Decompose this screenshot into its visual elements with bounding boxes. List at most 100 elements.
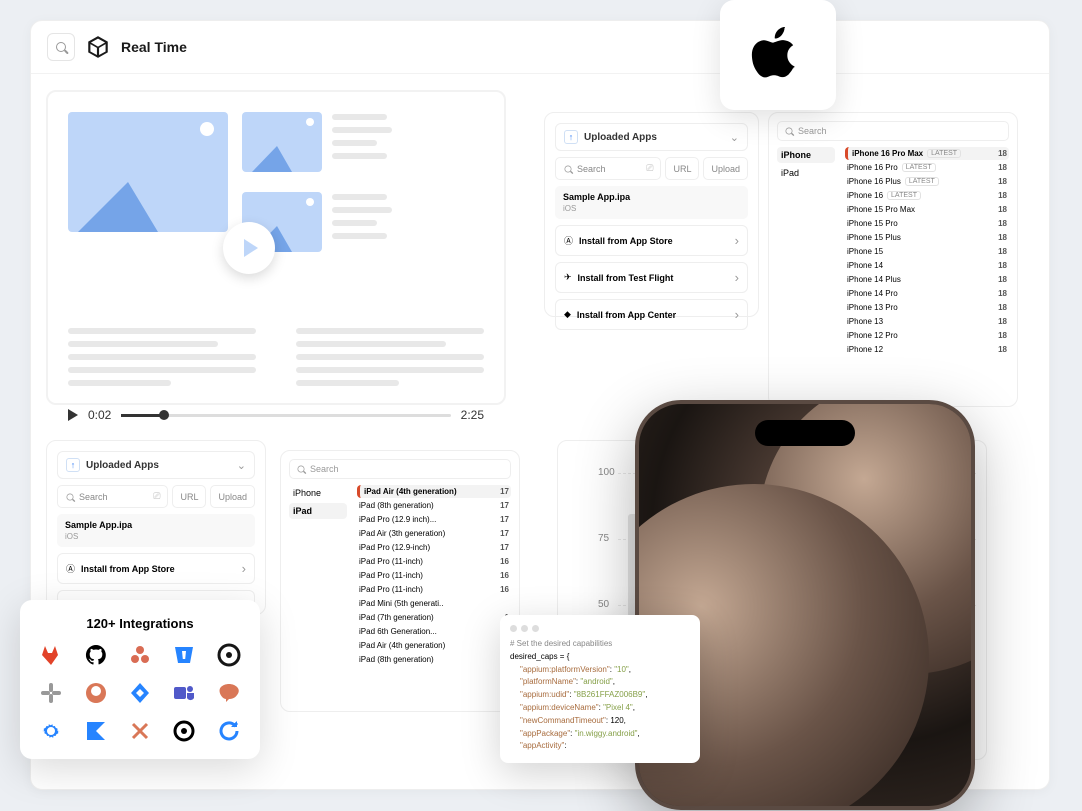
sample-app-row[interactable]: Sample App.ipa iOS bbox=[555, 186, 748, 219]
device-item[interactable]: iPhone 1518 bbox=[845, 245, 1009, 258]
sample-app-platform: iOS bbox=[563, 204, 740, 213]
rocketchat-icon bbox=[217, 681, 241, 705]
install-from-testflight[interactable]: ✈Install from Test Flight bbox=[555, 262, 748, 293]
device-item[interactable]: iPhone 1318 bbox=[845, 315, 1009, 328]
seek-bar[interactable]: 0:02 2:25 bbox=[68, 408, 484, 422]
device-item[interactable]: iPad (7th generation)1 bbox=[357, 611, 511, 624]
device-item[interactable]: iPhone 15 Plus18 bbox=[845, 231, 1009, 244]
code-line: desired_caps = { bbox=[510, 651, 690, 664]
integrations-title: 120+ Integrations bbox=[36, 616, 244, 631]
axis-tick: 75 bbox=[598, 533, 609, 544]
testflight-icon: ✈ bbox=[564, 272, 572, 283]
device-item[interactable]: iPad Pro (11-inch)16 bbox=[357, 555, 511, 568]
install-from-app-store[interactable]: ⒶInstall from App Store bbox=[57, 553, 255, 584]
dynamic-island bbox=[755, 420, 855, 446]
upload-icon: ↑ bbox=[564, 130, 578, 144]
uploaded-apps-label: Uploaded Apps bbox=[584, 132, 657, 143]
settings-icon bbox=[39, 719, 63, 743]
device-item[interactable]: iPhone 15 Pro18 bbox=[845, 217, 1009, 230]
device-item[interactable]: iPhone 16LATEST18 bbox=[845, 189, 1009, 202]
header: Real Time bbox=[31, 21, 1049, 74]
appstore-icon: Ⓐ bbox=[564, 234, 573, 247]
device-item[interactable]: iPhone 1218 bbox=[845, 343, 1009, 356]
search-icon bbox=[67, 493, 74, 500]
circleci-icon bbox=[217, 643, 241, 667]
sample-app-row[interactable]: Sample App.ipa iOS bbox=[57, 514, 255, 547]
url-button[interactable]: URL bbox=[172, 485, 206, 508]
search-icon bbox=[298, 466, 305, 473]
device-item[interactable]: iPhone 16 PlusLATEST18 bbox=[845, 175, 1009, 188]
install-from-appcenter[interactable]: ◆Install from App Center bbox=[555, 299, 748, 330]
jira-icon bbox=[128, 681, 152, 705]
uploaded-apps-header[interactable]: ↑ Uploaded Apps bbox=[57, 451, 255, 479]
device-item[interactable]: iPad Pro (12.9 inch)...17 bbox=[357, 513, 511, 526]
chevron-down-icon bbox=[237, 459, 246, 472]
url-button[interactable]: URL bbox=[665, 157, 699, 180]
time-end: 2:25 bbox=[461, 408, 484, 422]
device-item[interactable]: iPad 6th Generation... bbox=[357, 625, 511, 638]
tools-icon bbox=[128, 719, 152, 743]
sample-app-name: Sample App.ipa bbox=[563, 192, 740, 202]
appstore-icon: Ⓐ bbox=[66, 562, 75, 575]
device-item[interactable]: iPad Air (3th generation)17 bbox=[357, 527, 511, 540]
device-item[interactable]: iPhone 13 Pro18 bbox=[845, 301, 1009, 314]
kotlin-icon bbox=[84, 719, 108, 743]
device-item[interactable]: iPhone 14 Plus18 bbox=[845, 273, 1009, 286]
device-search-input[interactable]: Search bbox=[777, 121, 1009, 141]
uploaded-apps-panel: ↑ Uploaded Apps Search⎚ URL Upload Sampl… bbox=[544, 112, 759, 317]
category-ipad[interactable]: iPad bbox=[777, 165, 835, 181]
device-item[interactable]: iPad Mini (5th generati.. bbox=[357, 597, 511, 610]
device-item[interactable]: iPhone 16 ProLATEST18 bbox=[845, 161, 1009, 174]
device-item[interactable]: iPad Air (4th generation)17 bbox=[357, 485, 511, 498]
device-list-ipad: Search iPhone iPad iPad Air (4th generat… bbox=[280, 450, 520, 712]
category-iphone[interactable]: iPhone bbox=[289, 485, 347, 501]
device-item[interactable]: iPhone 12 Pro18 bbox=[845, 329, 1009, 342]
category-iphone[interactable]: iPhone bbox=[777, 147, 835, 163]
play-button[interactable] bbox=[223, 222, 275, 274]
chevron-right-icon bbox=[735, 307, 739, 322]
device-item[interactable]: iPhone 15 Pro Max18 bbox=[845, 203, 1009, 216]
page-title: Real Time bbox=[121, 39, 187, 55]
filter-icon: ⎚ bbox=[646, 163, 653, 174]
apple-icon bbox=[750, 27, 806, 83]
integrations-card: 120+ Integrations bbox=[20, 600, 260, 759]
device-item[interactable]: iPad Pro (12.9-inch)17 bbox=[357, 541, 511, 554]
slack-icon bbox=[39, 681, 63, 705]
search-icon bbox=[786, 128, 793, 135]
newrelic-icon bbox=[172, 719, 196, 743]
device-item[interactable]: iPad Air (4th generation) bbox=[357, 639, 511, 652]
upload-button[interactable]: Upload bbox=[703, 157, 748, 180]
device-item[interactable]: iPad Pro (11-inch)16 bbox=[357, 569, 511, 582]
video-panel: 0:02 2:25 bbox=[46, 90, 506, 405]
device-item[interactable]: iPhone 14 Pro18 bbox=[845, 287, 1009, 300]
chevron-right-icon bbox=[242, 561, 246, 576]
device-item[interactable]: iPad (8th generation) bbox=[357, 653, 511, 666]
chevron-right-icon bbox=[735, 233, 739, 248]
asana-icon bbox=[128, 643, 152, 667]
upload-icon: ↑ bbox=[66, 458, 80, 472]
chevron-right-icon bbox=[735, 270, 739, 285]
search-icon bbox=[56, 42, 66, 52]
refresh-icon bbox=[217, 719, 241, 743]
bitbucket-icon bbox=[172, 643, 196, 667]
github-icon bbox=[84, 643, 108, 667]
category-ipad[interactable]: iPad bbox=[289, 503, 347, 519]
gitlab-icon bbox=[39, 643, 63, 667]
device-item[interactable]: iPhone 16 Pro MaxLATEST18 bbox=[845, 147, 1009, 160]
uploaded-apps-header[interactable]: ↑ Uploaded Apps bbox=[555, 123, 748, 151]
axis-tick: 100 bbox=[598, 467, 615, 478]
uploaded-apps-panel-lower: ↑ Uploaded Apps Search⎚ URL Upload Sampl… bbox=[46, 440, 266, 615]
device-item[interactable]: iPhone 1418 bbox=[845, 259, 1009, 272]
search-button[interactable] bbox=[47, 33, 75, 61]
code-comment: # Set the desired capabilities bbox=[510, 638, 690, 651]
device-search-input[interactable]: Search bbox=[289, 459, 511, 479]
device-item[interactable]: iPad (8th generation)17 bbox=[357, 499, 511, 512]
filter-icon: ⎚ bbox=[153, 491, 160, 502]
search-icon bbox=[565, 165, 572, 172]
apple-logo-card bbox=[720, 0, 836, 110]
apps-search-input[interactable]: Search⎚ bbox=[57, 485, 168, 508]
apps-search-input[interactable]: Search⎚ bbox=[555, 157, 661, 180]
install-from-app-store[interactable]: ⒶInstall from App Store bbox=[555, 225, 748, 256]
device-item[interactable]: iPad Pro (11-inch)16 bbox=[357, 583, 511, 596]
upload-button[interactable]: Upload bbox=[210, 485, 255, 508]
